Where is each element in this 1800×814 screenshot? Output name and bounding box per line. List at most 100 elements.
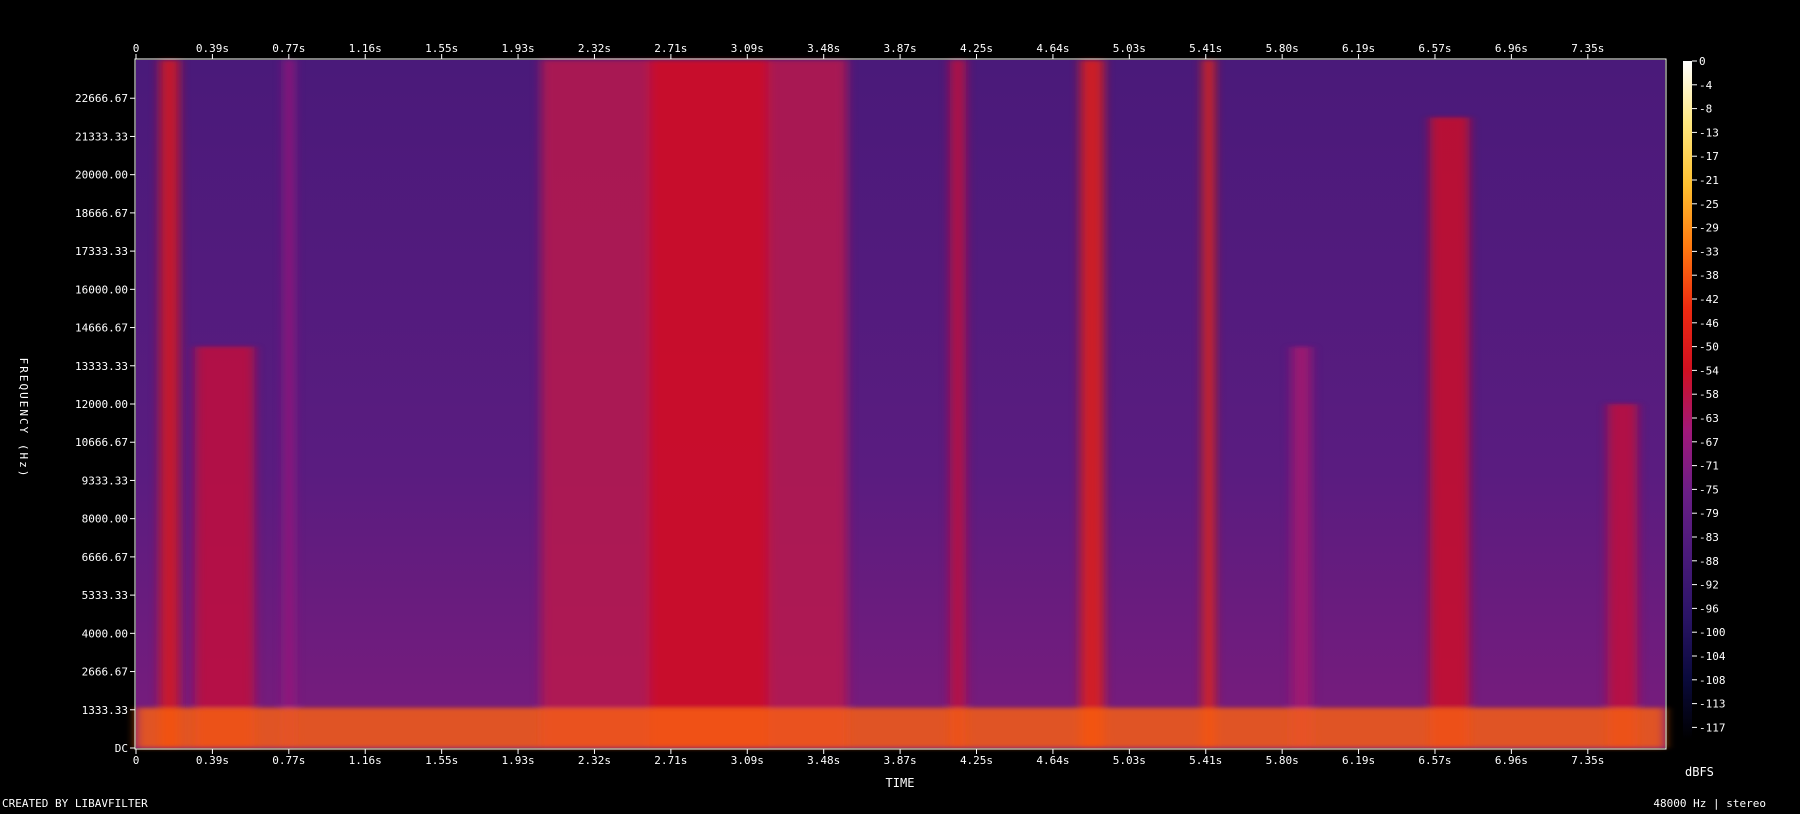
colorbar-tick-label: -104 — [1699, 650, 1726, 663]
x-tick-label-bottom: 1.16s — [349, 754, 382, 767]
x-tick-label-bottom: 5.03s — [1113, 754, 1146, 767]
colorbar-tick-label: -100 — [1699, 626, 1726, 639]
x-tick-label-top: 6.96s — [1495, 42, 1528, 55]
x-tick-label-top: 5.80s — [1266, 42, 1299, 55]
colorbar-tick-label: -46 — [1699, 317, 1719, 330]
colorbar-tick-label: -25 — [1699, 198, 1719, 211]
x-tick-label-top: 3.48s — [807, 42, 840, 55]
y-tick-label: 14666.67 — [75, 322, 128, 335]
y-tick-label: 4000.00 — [82, 627, 128, 640]
x-tick-label-top: 5.41s — [1189, 42, 1222, 55]
x-tick-label-top: 2.32s — [578, 42, 611, 55]
y-tick-label: 21333.33 — [75, 130, 128, 143]
x-tick-label-top: 3.87s — [884, 42, 917, 55]
y-tick-label: 12000.00 — [75, 398, 128, 411]
colorbar-tick-label: -54 — [1699, 364, 1719, 377]
colorbar-tick-label: -29 — [1699, 222, 1719, 235]
plot-area — [136, 60, 1665, 749]
y-tick-label: DC — [115, 742, 128, 755]
colorbar: 0 -4 -8 -13 -17 -21 -25 -29 -33 -38 -42 -46 -50 -54 -5… — [1683, 55, 1726, 740]
colorbar-tick-label: -108 — [1699, 674, 1726, 687]
colorbar-unit: dBFS — [1685, 765, 1714, 779]
colorbar-tick-label: -17 — [1699, 150, 1719, 163]
energy-band — [1429, 117, 1470, 749]
colorbar-tick-label: -50 — [1699, 341, 1719, 354]
low-frequency-energy — [136, 707, 1665, 748]
colorbar-tick-label: -79 — [1699, 507, 1719, 520]
colorbar-tick-label: -21 — [1699, 174, 1719, 187]
x-tick-label-bottom: 2.71s — [654, 754, 687, 767]
y-tick-label: 6666.67 — [82, 551, 128, 564]
energy-band — [1291, 346, 1312, 748]
x-tick-label-top: 1.55s — [425, 42, 458, 55]
x-tick-label-top: 6.57s — [1418, 42, 1451, 55]
colorbar-gradient — [1683, 61, 1692, 740]
y-axis-label: FREQUENCY (Hz) — [17, 358, 30, 479]
x-tick-label-bottom: 1.93s — [501, 754, 534, 767]
x-tick-label-top: 7.35s — [1571, 42, 1604, 55]
colorbar-tick-label: -63 — [1699, 412, 1719, 425]
colorbar-tick-label: -71 — [1699, 460, 1719, 473]
x-tick-label-bottom: 0.39s — [196, 754, 229, 767]
colorbar-tick-label: -42 — [1699, 293, 1719, 306]
colorbar-tick-label: -83 — [1699, 531, 1719, 544]
x-tick-label-bottom: 7.35s — [1571, 754, 1604, 767]
y-tick-label: 1333.33 — [82, 704, 128, 717]
colorbar-tick-label: -117 — [1699, 721, 1726, 734]
x-axis-label: TIME — [886, 776, 915, 790]
colorbar-tick-label: -8 — [1699, 103, 1712, 116]
x-tick-label-bottom: 3.87s — [884, 754, 917, 767]
x-tick-label-bottom: 5.80s — [1266, 754, 1299, 767]
colorbar-tick-label: -67 — [1699, 436, 1719, 449]
x-tick-label-top: 0.77s — [272, 42, 305, 55]
x-tick-label-bottom: 5.41s — [1189, 754, 1222, 767]
energy-band — [1080, 60, 1104, 748]
y-tick-label: 2666.67 — [82, 666, 128, 679]
x-tick-label-bottom: 4.25s — [960, 754, 993, 767]
energy-band — [284, 60, 295, 748]
colorbar-tick-label: -113 — [1699, 698, 1726, 711]
x-tick-label-bottom: 1.55s — [425, 754, 458, 767]
x-tick-label-bottom: 3.09s — [731, 754, 764, 767]
x-tick-label-top: 0 — [133, 42, 140, 55]
x-tick-label-bottom: 0.77s — [272, 754, 305, 767]
x-tick-label-top: 2.71s — [654, 42, 687, 55]
colorbar-tick-label: -92 — [1699, 579, 1719, 592]
x-tick-label-bottom: 6.96s — [1495, 754, 1528, 767]
y-tick-label: 8000.00 — [82, 513, 128, 526]
x-tick-label-top: 3.09s — [731, 42, 764, 55]
colorbar-tick-label: -58 — [1699, 388, 1719, 401]
y-tick-label: 9333.33 — [82, 474, 128, 487]
y-tick-label: 13333.33 — [75, 360, 128, 373]
x-tick-label-bottom: 4.64s — [1036, 754, 1069, 767]
footer-created-by: CREATED BY LIBAVFILTER — [2, 797, 148, 810]
colorbar-tick-label: -13 — [1699, 126, 1719, 139]
x-tick-label-top: 0.39s — [196, 42, 229, 55]
x-tick-label-top: 4.64s — [1036, 42, 1069, 55]
y-tick-label: 16000.00 — [75, 283, 128, 296]
y-tick-label: 5333.33 — [82, 589, 128, 602]
colorbar-tick-label: -96 — [1699, 602, 1719, 615]
x-tick-label-top: 4.25s — [960, 42, 993, 55]
y-tick-label: 20000.00 — [75, 169, 128, 182]
energy-band — [195, 346, 255, 748]
energy-band — [1607, 404, 1638, 748]
x-tick-label-bottom: 0 — [133, 754, 140, 767]
x-tick-label-top: 1.16s — [349, 42, 382, 55]
y-tick-label: 22666.67 — [75, 92, 128, 105]
x-tick-label-top: 5.03s — [1113, 42, 1146, 55]
colorbar-tick-label: -4 — [1699, 79, 1713, 92]
colorbar-tick-label: -33 — [1699, 245, 1719, 258]
energy-band — [649, 60, 769, 748]
x-tick-label-top: 1.93s — [501, 42, 534, 55]
colorbar-tick-label: 0 — [1699, 55, 1706, 68]
colorbar-tick-label: -38 — [1699, 269, 1719, 282]
x-tick-label-bottom: 6.57s — [1418, 754, 1451, 767]
colorbar-tick-label: -88 — [1699, 555, 1719, 568]
x-tick-label-bottom: 2.32s — [578, 754, 611, 767]
x-tick-label-bottom: 3.48s — [807, 754, 840, 767]
energy-band — [159, 60, 180, 748]
x-tick-label-top: 6.19s — [1342, 42, 1375, 55]
colorbar-tick-label: -75 — [1699, 483, 1719, 496]
spectrogram-svg: 0 0 0.39s 0.39s 0.77s 0.77s 1.16s 1.16s 1.55s 1.5… — [2, 42, 1766, 810]
